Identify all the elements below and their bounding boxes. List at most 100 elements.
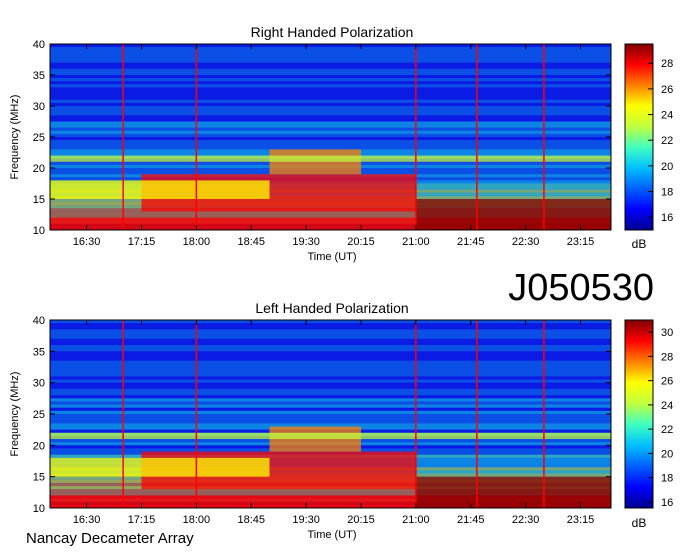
- frequency-band: [50, 93, 611, 97]
- panel-title: Right Handed Polarization: [251, 24, 414, 40]
- frequency-band: [50, 360, 611, 364]
- frequency-band: [50, 96, 611, 100]
- emission-region: [415, 199, 611, 230]
- heatmap-area: [50, 44, 611, 230]
- y-tick-label: 15: [33, 194, 45, 206]
- x-tick-label: 16:30: [73, 514, 101, 526]
- x-tick-label: 23:15: [567, 514, 595, 526]
- colorbar-tick-label: 18: [661, 473, 673, 485]
- colorbar-tick-label: 16: [661, 212, 673, 224]
- x-tick-label: 19:30: [292, 514, 320, 526]
- frequency-band: [50, 388, 611, 393]
- frequency-band: [50, 99, 611, 103]
- y-tick-label: 35: [33, 70, 45, 82]
- frequency-band: [50, 53, 611, 57]
- frequency-band: [50, 341, 611, 346]
- y-tick-label: 35: [33, 346, 45, 358]
- x-tick-label: 17:15: [128, 236, 156, 248]
- frequency-band: [50, 62, 611, 66]
- colorbar-label: dB: [632, 237, 647, 251]
- frequency-band: [50, 335, 611, 339]
- frequency-band: [50, 414, 611, 418]
- colorbar: [624, 43, 654, 231]
- frequency-band: [50, 78, 611, 82]
- frequency-band: [50, 385, 611, 389]
- frequency-band: [50, 367, 611, 371]
- frequency-band: [50, 326, 611, 330]
- frequency-band: [50, 404, 611, 408]
- x-tick-label: 22:30: [512, 236, 540, 248]
- frequency-band: [50, 87, 611, 91]
- frequency-band: [50, 423, 611, 427]
- frequency-band: [50, 106, 611, 110]
- y-tick-label: 40: [33, 39, 45, 51]
- frequency-band: [50, 420, 611, 424]
- frequency-band: [50, 379, 611, 383]
- y-tick-label: 40: [33, 315, 45, 327]
- colorbar-tick-label: 22: [661, 424, 673, 436]
- y-tick-label: 25: [33, 409, 45, 421]
- y-tick-label: 10: [33, 225, 45, 237]
- y-tick-label: 25: [33, 132, 45, 144]
- x-axis-label: Time (UT): [307, 251, 356, 263]
- emission-region: [50, 180, 270, 199]
- colorbar-tick-label: 20: [661, 161, 673, 173]
- frequency-band: [50, 417, 611, 421]
- colorbar-tick-label: 28: [661, 351, 673, 363]
- x-tick-label: 18:45: [237, 514, 265, 526]
- x-tick-label: 18:00: [183, 236, 211, 248]
- frequency-band: [50, 118, 611, 122]
- x-tick-label: 22:30: [512, 514, 540, 526]
- y-tick-label: 30: [33, 378, 45, 390]
- colorbar-tick-label: 28: [661, 58, 673, 70]
- x-tick-label: 18:00: [183, 514, 211, 526]
- x-tick-label: 21:45: [457, 514, 485, 526]
- y-tick-label: 20: [33, 163, 45, 175]
- x-tick-label: 19:30: [292, 236, 320, 248]
- date-code: J050530: [508, 267, 654, 309]
- frequency-band: [50, 338, 611, 342]
- frequency-band: [50, 410, 611, 414]
- colorbar-tick-label: 20: [661, 448, 673, 460]
- frequency-band: [50, 124, 611, 128]
- emission-region: [50, 155, 611, 162]
- colorbar-tick-label: 30: [661, 327, 673, 339]
- frequency-band: [50, 354, 611, 358]
- frequency-band: [50, 382, 611, 386]
- colorbar-tick-label: 26: [661, 84, 673, 96]
- panel-title: Left Handed Polarization: [255, 300, 408, 316]
- left-polarization-panel: Left Handed Polarization 16:30 17:15 18:00…: [9, 300, 673, 541]
- frequency-band: [50, 102, 611, 106]
- x-tick-label: 21:00: [402, 514, 430, 526]
- frequency-band: [50, 81, 611, 85]
- y-axis-label: Frequency (MHz): [9, 95, 21, 180]
- frequency-band: [50, 332, 611, 336]
- frequency-band: [50, 398, 611, 402]
- frequency-band: [50, 137, 611, 141]
- right-polarization-panel: Right Handed Polarization 16:30 17:15 18:0…: [9, 24, 673, 263]
- frequency-band: [50, 401, 611, 405]
- y-tick-label: 30: [33, 101, 45, 113]
- x-tick-label: 20:15: [347, 236, 375, 248]
- frequency-band: [50, 127, 611, 131]
- frequency-band: [50, 407, 611, 411]
- footer-label: Nancay Decameter Array: [26, 530, 194, 547]
- colorbar-tick-label: 26: [661, 376, 673, 388]
- frequency-band: [50, 47, 611, 51]
- x-tick-label: 21:00: [402, 236, 430, 248]
- frequency-band: [50, 115, 611, 119]
- frequency-band: [50, 59, 611, 63]
- frequency-band: [50, 357, 611, 361]
- frequency-band: [50, 56, 611, 60]
- colorbar-tick-label: 18: [661, 187, 673, 199]
- frequency-band: [50, 121, 611, 125]
- frequency-band: [50, 65, 611, 69]
- frequency-band: [50, 329, 611, 333]
- frequency-band: [50, 71, 611, 75]
- heatmap-area: [50, 320, 611, 508]
- frequency-band: [50, 392, 611, 396]
- y-axis-label: Frequency (MHz): [9, 372, 21, 457]
- y-tick-label: 10: [33, 503, 45, 515]
- x-axis-label: Time (UT): [307, 529, 356, 541]
- frequency-band: [50, 373, 611, 377]
